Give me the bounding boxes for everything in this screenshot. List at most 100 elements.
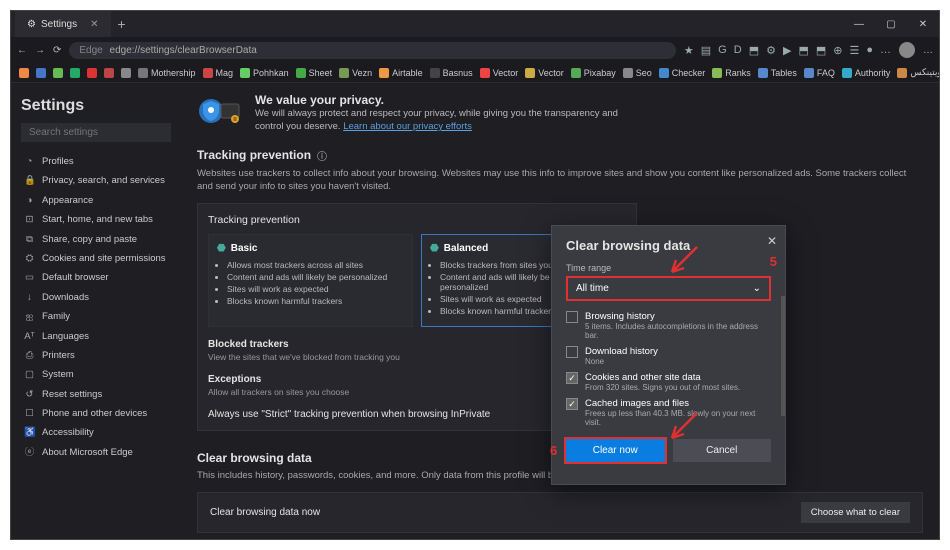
close-dialog-button[interactable]: ✕ bbox=[767, 234, 777, 248]
bookmark[interactable]: Vector bbox=[480, 68, 519, 78]
dialog-scrollbar[interactable] bbox=[781, 296, 785, 416]
bookmarks-bar: Mothership Mag Pohhkan Sheet Vezn Airtable Bas… bbox=[11, 63, 939, 83]
sidebar-item[interactable]: ⊡Start, home, and new tabs bbox=[21, 210, 171, 229]
bookmark[interactable]: Basnus bbox=[430, 68, 473, 78]
toolbar-icon[interactable]: D bbox=[734, 44, 742, 57]
toolbar-icon[interactable]: G bbox=[718, 44, 727, 57]
bookmark[interactable]: Airtable bbox=[379, 68, 423, 78]
toolbar-icon[interactable]: ⬒ bbox=[798, 44, 808, 57]
chevron-down-icon: ⌄ bbox=[753, 283, 761, 294]
sidebar-item[interactable]: ⛭Cookies and site permissions bbox=[21, 249, 171, 268]
favicon bbox=[296, 68, 306, 78]
sidebar-item[interactable]: ↓Downloads bbox=[21, 288, 171, 307]
sidebar-item[interactable]: ◑Appearance bbox=[21, 191, 171, 210]
sidebar-item[interactable]: ▭Default browser bbox=[21, 268, 171, 287]
minimize-button[interactable]: — bbox=[843, 19, 875, 30]
checkbox[interactable] bbox=[566, 311, 578, 323]
favicon bbox=[659, 68, 669, 78]
browser-tab[interactable]: ⚙ Settings ✕ bbox=[15, 11, 111, 37]
favicon bbox=[138, 68, 148, 78]
choose-clear-button[interactable]: Choose what to clear bbox=[801, 502, 910, 523]
annotation-5: 5 bbox=[770, 254, 777, 269]
favicon bbox=[623, 68, 633, 78]
shield-icon bbox=[197, 93, 243, 129]
clear-data-item[interactable]: ✓Cookies and other site dataFrom 320 sit… bbox=[566, 372, 771, 392]
toolbar-icons: ★ ▤ GD ⬒ ⚙ ▶ ⬒ ⬒ ⊕ ☰ ● … bbox=[684, 44, 891, 57]
sidebar-item[interactable]: ◔Profiles bbox=[21, 152, 171, 171]
sidebar-item[interactable]: ஐFamily bbox=[21, 307, 171, 326]
bookmark[interactable]: Ranks bbox=[712, 68, 751, 78]
toolbar-icon[interactable]: ⬒ bbox=[749, 44, 759, 57]
sidebar-item[interactable]: ♿Accessibility bbox=[21, 423, 171, 442]
bookmark[interactable]: Authority bbox=[842, 68, 891, 78]
bookmark[interactable] bbox=[19, 68, 29, 78]
clear-now-button[interactable]: Clear now bbox=[566, 439, 665, 462]
forward-button[interactable]: → bbox=[35, 45, 45, 56]
bookmark[interactable]: Vector bbox=[525, 68, 564, 78]
time-range-select[interactable]: All time ⌄ bbox=[566, 276, 771, 301]
sidebar-icon: ◔ bbox=[24, 156, 35, 167]
sidebar-item[interactable]: ⓔAbout Microsoft Edge bbox=[21, 443, 171, 462]
checkbox[interactable] bbox=[566, 346, 578, 358]
bookmark[interactable]: Mag bbox=[203, 68, 234, 78]
sidebar-item[interactable]: ☐Phone and other devices bbox=[21, 404, 171, 423]
bookmark[interactable]: Checker bbox=[659, 68, 706, 78]
toolbar-icon[interactable]: ⚙ bbox=[766, 44, 776, 57]
sidebar-item[interactable]: 🔒Privacy, search, and services bbox=[21, 171, 171, 190]
close-tab-icon[interactable]: ✕ bbox=[90, 19, 98, 30]
reload-button[interactable]: ⟳ bbox=[53, 45, 61, 56]
clear-data-item[interactable]: Browsing history5 items. Includes autoco… bbox=[566, 311, 771, 340]
bookmark[interactable]: Pixabay bbox=[571, 68, 616, 78]
bookmark[interactable]: Mothership bbox=[138, 68, 196, 78]
close-window-button[interactable]: ✕ bbox=[907, 19, 939, 30]
bookmark[interactable]: Sheet bbox=[296, 68, 333, 78]
bookmark[interactable] bbox=[121, 68, 131, 78]
sidebar-item[interactable]: AᵀLanguages bbox=[21, 327, 171, 346]
avatar-icon[interactable] bbox=[899, 42, 915, 58]
bookmark[interactable] bbox=[70, 68, 80, 78]
menu-button[interactable]: … bbox=[923, 45, 933, 56]
sidebar-icon: 🔒 bbox=[24, 175, 35, 186]
sidebar-icon: ▭ bbox=[24, 272, 35, 283]
clear-data-item[interactable]: ✓Cached images and filesFrees up less th… bbox=[566, 398, 771, 427]
privacy-link[interactable]: Learn about our privacy efforts bbox=[343, 121, 472, 132]
sidebar-item[interactable]: ⎙Printers bbox=[21, 346, 171, 365]
sidebar-item[interactable]: ↺Reset settings bbox=[21, 385, 171, 404]
toolbar-icon[interactable]: ★ bbox=[684, 44, 694, 57]
info-icon[interactable]: ⓘ bbox=[317, 148, 327, 163]
checkbox[interactable]: ✓ bbox=[566, 372, 578, 384]
bookmark[interactable]: Seo bbox=[623, 68, 652, 78]
bookmark[interactable]: Vezn bbox=[339, 68, 372, 78]
bookmark[interactable]: بازار نویتینکس bbox=[897, 67, 939, 78]
favicon bbox=[712, 68, 722, 78]
toolbar-icon[interactable]: ▤ bbox=[701, 44, 711, 57]
toolbar-icon[interactable]: ● bbox=[866, 44, 873, 57]
url-field[interactable]: Edge edge://settings/clearBrowserData bbox=[69, 42, 676, 59]
sidebar-item[interactable]: ⧉Share, copy and paste bbox=[21, 230, 171, 249]
bookmark[interactable]: Tables bbox=[758, 68, 797, 78]
sidebar-icon: ♿ bbox=[24, 427, 35, 438]
bookmark[interactable]: FAQ bbox=[804, 68, 835, 78]
checkbox[interactable]: ✓ bbox=[566, 398, 578, 410]
toolbar-icon[interactable]: ☰ bbox=[849, 44, 859, 57]
toolbar-icon[interactable]: ▶ bbox=[783, 44, 791, 57]
back-button[interactable]: ← bbox=[17, 45, 27, 56]
toolbar-icon[interactable]: ⬒ bbox=[816, 44, 826, 57]
favicon bbox=[203, 68, 213, 78]
toolbar-icon[interactable]: ⊕ bbox=[833, 44, 842, 57]
bookmark[interactable] bbox=[36, 68, 46, 78]
bookmark[interactable]: Pohhkan bbox=[240, 68, 289, 78]
new-tab-button[interactable]: + bbox=[111, 16, 133, 32]
settings-content: We value your privacy. We will always pr… bbox=[181, 83, 939, 539]
bookmark[interactable] bbox=[53, 68, 63, 78]
clear-data-item[interactable]: Download historyNone bbox=[566, 346, 771, 366]
tracking-option[interactable]: ⬣BasicAllows most trackers across all si… bbox=[208, 234, 413, 327]
search-input[interactable] bbox=[21, 123, 171, 142]
bookmark[interactable] bbox=[104, 68, 114, 78]
toolbar-icon[interactable]: … bbox=[880, 44, 891, 57]
sidebar-item[interactable]: ▢System bbox=[21, 365, 171, 384]
favicon bbox=[480, 68, 490, 78]
cancel-button[interactable]: Cancel bbox=[673, 439, 772, 462]
bookmark[interactable] bbox=[87, 68, 97, 78]
maximize-button[interactable]: ▢ bbox=[875, 19, 907, 30]
